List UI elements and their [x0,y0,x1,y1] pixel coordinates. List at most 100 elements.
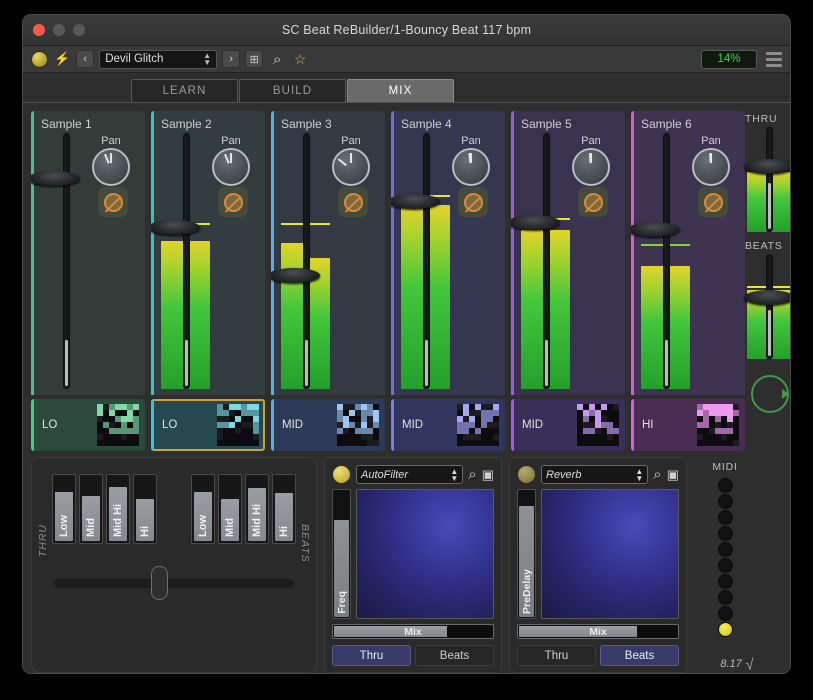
midi-led[interactable] [718,542,733,557]
add-preset-icon[interactable]: ⊞ [245,50,263,68]
midi-led[interactable] [718,574,733,589]
fader-track[interactable] [423,133,430,389]
routing-button-beats[interactable]: Beats [415,645,494,666]
midi-led[interactable] [718,558,733,573]
effect-search-icon[interactable]: ⌕ [653,466,661,483]
mute-icon [584,193,603,212]
fader-handle[interactable] [511,215,560,230]
master-fader-handle[interactable] [744,159,791,174]
midi-led[interactable] [718,622,733,637]
effect-search-icon[interactable]: ⌕ [468,466,476,483]
resize-grip-icon[interactable]: ⎷ [745,658,752,670]
crossfader-handle[interactable] [151,566,168,600]
eq-band-label: Hi [139,526,151,537]
mute-button[interactable] [698,187,728,217]
master-fader-track[interactable] [766,127,773,232]
favorite-star-icon[interactable]: ☆ [291,50,309,68]
pan-knob[interactable] [452,148,490,186]
search-icon[interactable]: ⌕ [268,50,286,68]
effect-select-dropdown[interactable]: Reverb▲▼ [541,465,648,484]
midi-led[interactable] [718,590,733,605]
strip-name: Sample 4 [391,111,505,131]
fader-track[interactable] [543,133,550,389]
window-controls[interactable] [23,24,85,36]
channel-strip-2: Sample 2PanLO [151,111,265,451]
pan-knob[interactable] [692,148,730,186]
routing-button-thru[interactable]: Thru [517,645,596,666]
mute-button[interactable] [98,187,128,217]
preset-dropdown[interactable]: Devil Glitch ▲▼ [99,50,217,69]
pan-knob[interactable] [92,148,130,186]
tab-build[interactable]: BUILD [239,79,346,102]
power-led-icon[interactable] [31,51,48,68]
master-fader-handle[interactable] [744,290,791,305]
effect-mix-slider[interactable]: Mix [517,624,679,639]
eq-slider-beats-mid-hi[interactable]: Mid Hi [245,474,269,544]
master-column: THRUBEATS [745,111,791,451]
sample-pad[interactable]: LO [151,399,265,451]
fader-track[interactable] [663,133,670,389]
tab-build-label: BUILD [273,85,312,97]
midi-led[interactable] [718,494,733,509]
effect-param-slider[interactable]: PreDelay [517,489,536,619]
eq-slider-thru-low[interactable]: Low [52,474,76,544]
eq-slider-thru-mid[interactable]: Mid [79,474,103,544]
midi-led[interactable] [718,478,733,493]
fader-zone [521,133,577,389]
peak-indicator [307,223,330,225]
meter-fill [667,266,690,389]
fader-handle[interactable] [151,220,200,235]
effect-xy-pad[interactable] [356,489,494,619]
mute-icon [464,193,483,212]
routing-button-thru[interactable]: Thru [332,645,411,666]
pan-knob[interactable] [572,148,610,186]
eq-slider-thru-hi[interactable]: Hi [133,474,157,544]
effect-mix-slider[interactable]: Mix [332,624,494,639]
effect-param-slider[interactable]: Freq [332,489,351,619]
routing-button-beats[interactable]: Beats [600,645,679,666]
effect-power-led-icon[interactable] [332,465,351,484]
sample-pad[interactable]: MID [271,399,385,451]
eq-slider-beats-mid[interactable]: Mid [218,474,242,544]
midi-led[interactable] [718,526,733,541]
midi-led[interactable] [718,606,733,621]
eq-slider-beats-hi[interactable]: Hi [272,474,296,544]
effect-power-led-icon[interactable] [517,465,536,484]
mute-button[interactable] [458,187,488,217]
effect-expand-icon[interactable]: ▣ [482,467,494,483]
pan-knob[interactable] [212,148,250,186]
sample-pad[interactable]: HI [631,399,745,451]
eq-slider-thru-mid-hi[interactable]: Mid Hi [106,474,130,544]
effect-expand-icon[interactable]: ▣ [667,467,679,483]
mute-button[interactable] [338,187,368,217]
loop-icon[interactable] [751,375,789,413]
sample-pad[interactable]: MID [511,399,625,451]
effect-select-dropdown[interactable]: AutoFilter▲▼ [356,465,463,484]
sample-pad[interactable]: MID [391,399,505,451]
bolt-icon[interactable]: ⚡ [53,50,71,68]
fader-track[interactable] [183,133,190,389]
prev-preset-button[interactable]: ‹ [76,50,94,68]
tab-learn[interactable]: LEARN [131,79,238,102]
master-fader-track[interactable] [766,254,773,359]
mute-button[interactable] [578,187,608,217]
crossfader[interactable] [46,566,302,600]
menu-icon[interactable] [762,52,782,67]
close-button[interactable] [33,24,45,36]
preset-name: Devil Glitch [105,53,163,65]
toolbar: ⚡ ‹ Devil Glitch ▲▼ › ⊞ ⌕ ☆ 14% [23,46,790,73]
minimize-button[interactable] [53,24,65,36]
effect-xy-pad[interactable] [541,489,679,619]
plugin-body: LEARN BUILD MIX Sample 1PanLOSample 2Pan… [23,73,790,673]
fader-track[interactable] [303,133,310,389]
midi-led[interactable] [718,510,733,525]
mute-button[interactable] [218,187,248,217]
strip-controls: Pan [391,131,505,395]
sample-pad[interactable]: LO [31,399,145,451]
pan-knob[interactable] [332,148,370,186]
next-preset-button[interactable]: › [222,50,240,68]
maximize-button[interactable] [73,24,85,36]
eq-slider-beats-low[interactable]: Low [191,474,215,544]
fader-zone [401,133,457,389]
tab-mix[interactable]: MIX [347,79,454,102]
